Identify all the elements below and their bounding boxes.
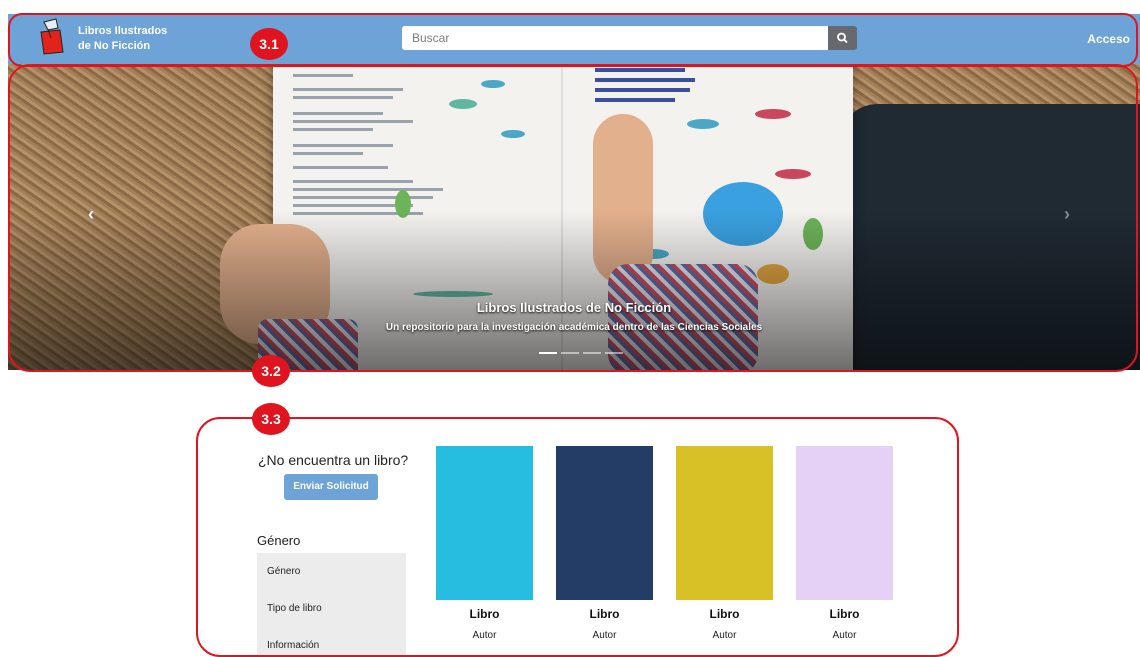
- book-card[interactable]: Libro Autor: [796, 446, 893, 641]
- send-request-button[interactable]: Enviar Solicitud: [284, 474, 378, 500]
- carousel-indicator-2[interactable]: [561, 352, 579, 354]
- hero-title: Libros Ilustrados de No Ficción: [476, 300, 672, 315]
- brand-line1: Libros Ilustrados: [78, 25, 168, 37]
- book-cover[interactable]: [436, 446, 533, 600]
- search-button[interactable]: [828, 26, 857, 50]
- book-card[interactable]: Libro Autor: [436, 446, 533, 641]
- genre-filter-information[interactable]: Información: [267, 640, 319, 651]
- hero-carousel: ‹ › Libros Ilustrados de No Ficción Un r…: [8, 64, 1140, 370]
- genre-filter-list: Género Tipo de libro Información: [257, 553, 406, 656]
- book-author: Autor: [472, 630, 497, 641]
- genre-filter-genre[interactable]: Género: [267, 566, 300, 577]
- carousel-next-button[interactable]: ›: [1064, 204, 1070, 225]
- book-cover[interactable]: [796, 446, 893, 600]
- book-author: Autor: [592, 630, 617, 641]
- genre-heading: Género: [257, 533, 301, 548]
- hero-subtitle: Un repositorio para la investigación aca…: [385, 322, 763, 333]
- brand-line2: de No Ficción: [78, 40, 151, 52]
- book-title[interactable]: Libro: [676, 607, 773, 621]
- carousel-indicator-3[interactable]: [583, 352, 601, 354]
- top-navbar: Libros Ilustrados de No Ficción Buscar A…: [8, 14, 1140, 64]
- search-placeholder: Buscar: [412, 31, 450, 45]
- book-cover[interactable]: [556, 446, 653, 600]
- login-link[interactable]: Acceso: [1087, 32, 1130, 46]
- carousel-indicator-4[interactable]: [605, 352, 623, 354]
- book-title[interactable]: Libro: [436, 607, 533, 621]
- brand-name[interactable]: Libros Ilustrados de No Ficción: [78, 24, 167, 54]
- annotation-marker-3-2: 3.2: [252, 355, 290, 387]
- annotation-marker-3-1: 3.1: [250, 28, 288, 60]
- chevron-right-icon: ›: [1064, 204, 1070, 224]
- carousel-indicators: [539, 352, 623, 354]
- logo-icon[interactable]: [38, 18, 68, 56]
- book-cover[interactable]: [676, 446, 773, 600]
- carousel-prev-button[interactable]: ‹: [88, 204, 94, 225]
- genre-filter-book-type[interactable]: Tipo de libro: [267, 603, 322, 614]
- book-title[interactable]: Libro: [556, 607, 653, 621]
- book-author: Autor: [712, 630, 737, 641]
- caption-shade: [8, 210, 1140, 370]
- book-title[interactable]: Libro: [796, 607, 893, 621]
- chevron-left-icon: ‹: [88, 204, 94, 224]
- book-card[interactable]: Libro Autor: [556, 446, 653, 641]
- book-card[interactable]: Libro Autor: [676, 446, 773, 641]
- request-prompt: ¿No encuentra un libro?: [258, 452, 409, 468]
- book-author: Autor: [832, 630, 857, 641]
- search-input[interactable]: Buscar: [402, 26, 828, 50]
- annotation-marker-3-3: 3.3: [252, 403, 290, 435]
- carousel-indicator-1[interactable]: [539, 352, 557, 354]
- search-icon: [837, 32, 848, 44]
